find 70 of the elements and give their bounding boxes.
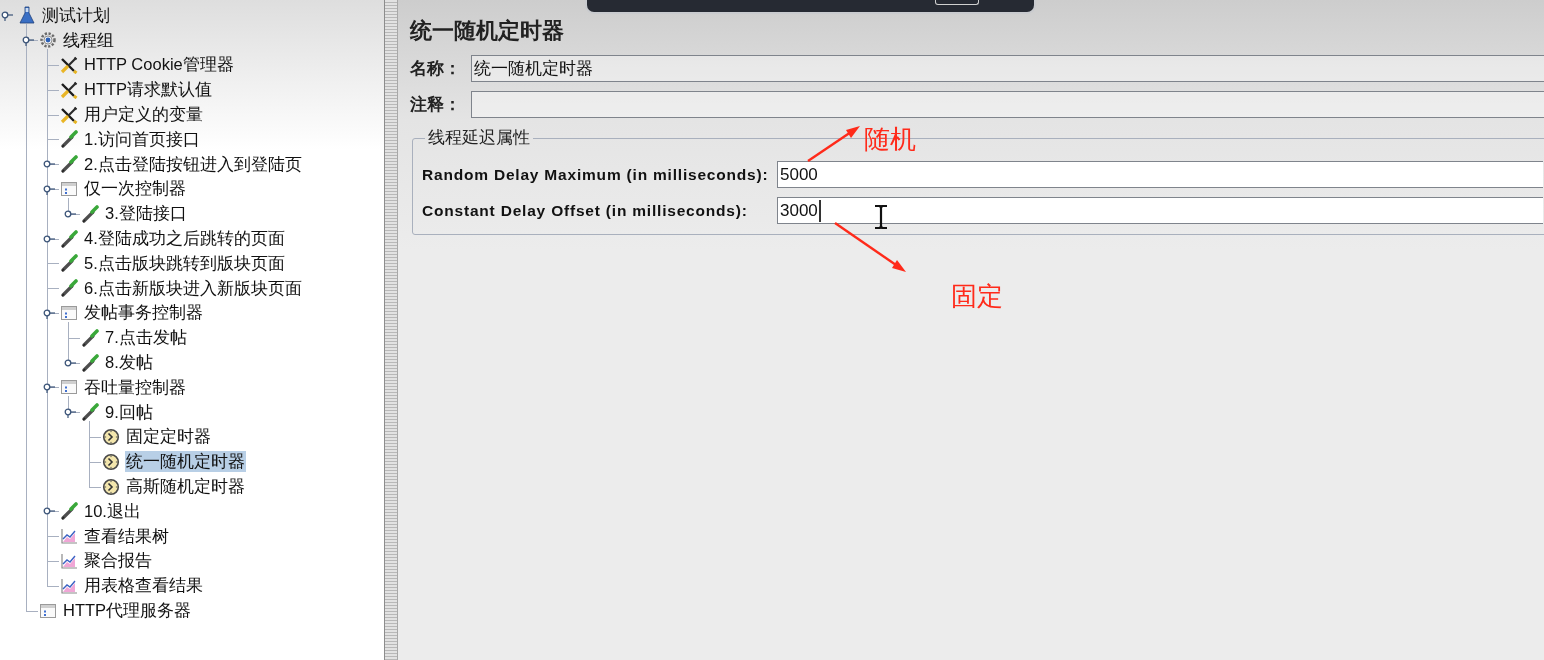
tree-item[interactable]: 8.发帖 (104, 352, 154, 374)
panel-title: 统一随机定时器 (410, 17, 564, 45)
graph-icon (60, 527, 78, 546)
i-beam-cursor-icon (872, 204, 890, 230)
tree-item[interactable]: 7.点击发帖 (104, 327, 188, 349)
flask-icon (18, 6, 36, 25)
tree-item[interactable]: 9.回帖 (104, 401, 154, 423)
annotation-label: 随机 (864, 124, 916, 154)
tree-toggle-icon[interactable] (0, 9, 13, 22)
clock-icon (102, 477, 120, 496)
tree-item[interactable]: 测试计划 (41, 4, 111, 26)
list-window-icon (39, 601, 57, 620)
tree-item[interactable]: 4.登陆成功之后跳转的页面 (83, 228, 286, 250)
pipette-icon (60, 155, 78, 174)
pipette-icon (81, 204, 99, 223)
tools-icon (60, 56, 78, 74)
clock-icon (102, 452, 120, 471)
tree-item[interactable]: 10.退出 (83, 500, 142, 522)
toolbar-button[interactable] (935, 0, 979, 5)
tree-item[interactable]: 1.访问首页接口 (83, 128, 201, 150)
tree-toggle-icon[interactable] (63, 406, 76, 419)
tree-item[interactable]: 仅一次控制器 (83, 178, 187, 200)
tree-toggle-icon[interactable] (21, 34, 34, 47)
tools-icon (60, 105, 78, 124)
tree-item[interactable]: 查看结果树 (83, 525, 170, 547)
field-label: Random Delay Maximum (in milliseconds): (422, 164, 770, 185)
group-legend: 线程延迟属性 (425, 128, 533, 148)
tree-item[interactable]: 统一随机定时器 (125, 451, 246, 473)
tree-item[interactable]: HTTP代理服务器 (62, 600, 193, 621)
list-window-icon (60, 378, 78, 397)
tree-item[interactable]: 发帖事务控制器 (83, 302, 204, 324)
pipette-icon (60, 502, 78, 521)
tree-item[interactable]: 吞吐量控制器 (83, 376, 187, 398)
comment-field[interactable] (471, 91, 1544, 118)
pipette-icon (60, 254, 78, 273)
field-label: 注释： (410, 93, 462, 116)
tree-item[interactable]: 6.点击新版块进入新版块页面 (83, 277, 303, 299)
annotation-arrow (807, 126, 860, 162)
gear-icon (39, 31, 57, 50)
tree-item[interactable]: 5.点击版块跳转到版块页面 (83, 252, 286, 274)
pipette-icon (81, 353, 99, 372)
tree-item[interactable]: 用表格查看结果 (83, 575, 204, 597)
tools-icon (60, 80, 78, 99)
tree-item[interactable]: 固定定时器 (125, 426, 212, 448)
tree-item[interactable]: 2.点击登陆按钮进入到登陆页 (83, 153, 303, 175)
pipette-icon (81, 328, 99, 347)
annotation-label: 固定 (951, 281, 1003, 311)
pipette-icon (60, 130, 78, 149)
pipette-icon (60, 229, 78, 248)
tree-toggle-icon[interactable] (42, 381, 55, 394)
clock-icon (102, 427, 120, 446)
list-window-icon (60, 179, 78, 198)
pipette-icon (81, 403, 99, 422)
tree-item[interactable]: HTTP Cookie管理器 (83, 54, 235, 76)
tree-item[interactable]: HTTP请求默认值 (83, 79, 214, 101)
graph-icon (60, 576, 78, 595)
graph-icon (60, 551, 78, 570)
tree-item[interactable]: 3.登陆接口 (104, 203, 188, 225)
tree-item[interactable]: 高斯随机定时器 (125, 476, 246, 498)
tree-item[interactable]: 线程组 (62, 29, 115, 51)
field-label: 名称： (410, 57, 462, 80)
pipette-icon (60, 279, 78, 298)
tree-item[interactable]: 聚合报告 (83, 550, 153, 572)
tree-item[interactable]: 用户定义的变量 (83, 104, 204, 126)
name-field[interactable]: 统一随机定时器 (471, 55, 1544, 82)
delay-field[interactable]: 3000 (777, 197, 1543, 224)
annotation-arrow (834, 222, 906, 272)
field-label: Constant Delay Offset (in milliseconds): (422, 200, 749, 221)
delay-field[interactable]: 5000 (777, 161, 1543, 188)
list-window-icon (60, 303, 78, 322)
